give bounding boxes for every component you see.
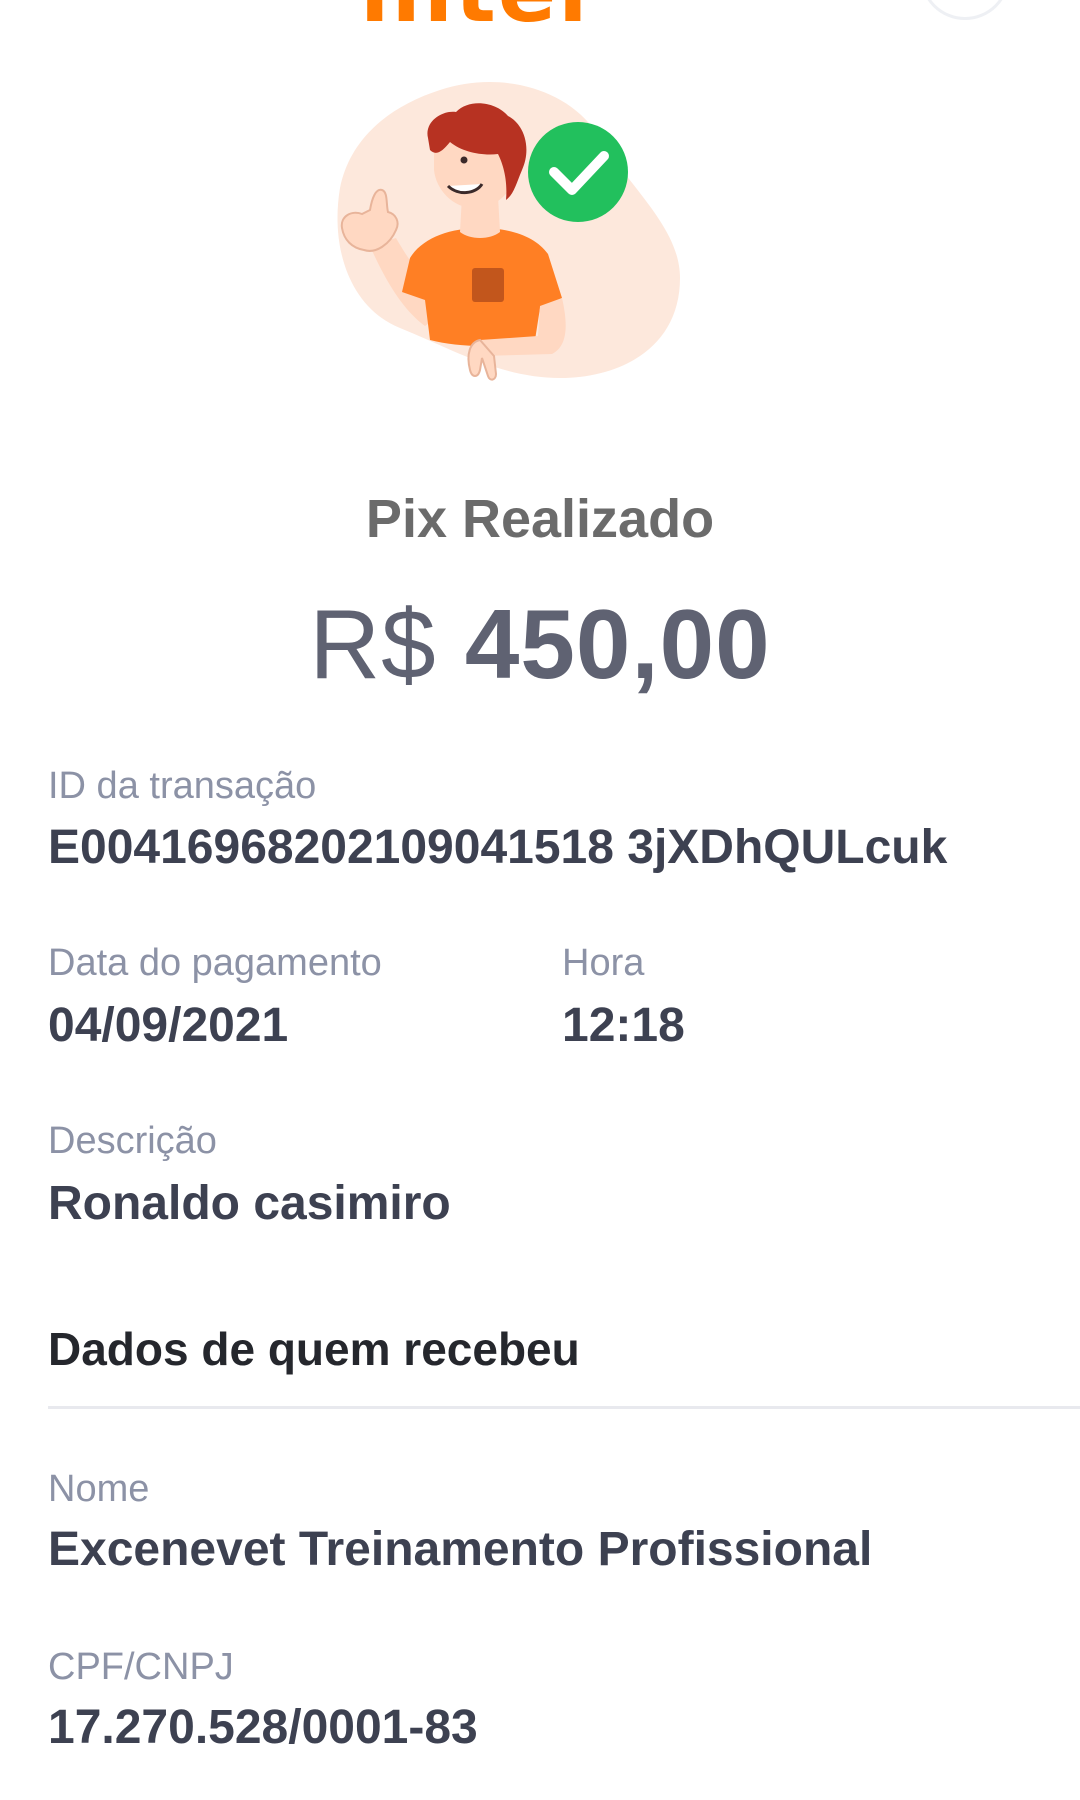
status-title: Pix Realizado — [365, 489, 715, 549]
success-person-illustration — [337, 81, 680, 381]
brand-logo: inter — [360, 0, 603, 42]
close-button[interactable] — [920, 0, 1010, 20]
recipient-name-value: Excenevet Treinamento Profissional — [48, 1523, 873, 1576]
check-badge — [528, 122, 628, 222]
section-divider — [48, 1406, 1080, 1409]
payment-date-value: 04/09/2021 — [48, 999, 289, 1052]
recipient-name-label: Nome — [48, 1468, 150, 1510]
time-value: 12:18 — [562, 999, 685, 1052]
description-value: Ronaldo casimiro — [48, 1177, 451, 1230]
currency-symbol: R$ — [309, 589, 437, 699]
description-label: Descrição — [48, 1120, 217, 1162]
amount-value: 450,00 — [464, 589, 771, 699]
recipient-doc-value: 17.270.528/0001-83 — [48, 1701, 478, 1754]
transaction-id-value: E00416968202109041518 3jXDhQULcuk — [48, 821, 948, 874]
shirt-pocket — [472, 268, 504, 302]
transaction-id-label: ID da transação — [48, 765, 317, 807]
amount-display: R$ 450,00 — [0, 588, 1080, 701]
recipient-doc-label: CPF/CNPJ — [48, 1646, 234, 1688]
time-label: Hora — [562, 942, 645, 984]
recipient-section-title: Dados de quem recebeu — [48, 1323, 580, 1375]
payment-date-label: Data do pagamento — [48, 942, 382, 984]
